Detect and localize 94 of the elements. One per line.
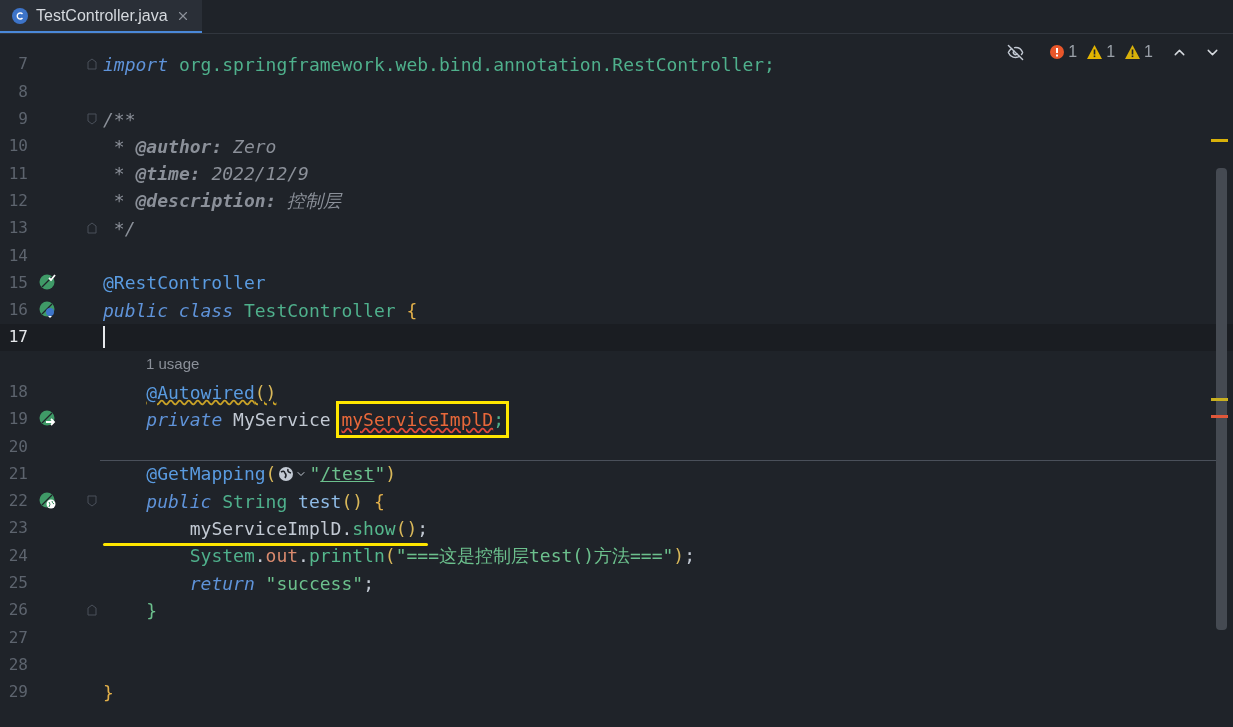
code-token: () <box>341 489 364 514</box>
code-token: ) <box>385 462 397 487</box>
warning-icon[interactable] <box>1125 45 1141 59</box>
line-number: 8 <box>17 80 28 103</box>
usage-hint[interactable]: 1 usage <box>146 353 200 376</box>
scrollbar[interactable] <box>1216 168 1227 630</box>
code-token: @Autowired <box>146 380 255 405</box>
code-token: return <box>189 571 255 596</box>
code-token: TestController <box>243 298 396 323</box>
line-number: 25 <box>7 572 28 595</box>
warning-marker[interactable] <box>1211 398 1228 401</box>
line-number: 18 <box>7 381 28 403</box>
code-token: { <box>406 298 418 323</box>
code-token: ; <box>417 518 429 539</box>
weak-warning-count: 1 <box>1144 42 1153 62</box>
code-token: . <box>254 544 266 569</box>
code-token: { <box>374 489 385 514</box>
class-icon <box>12 7 28 24</box>
code-token: 2022/12/9 <box>211 162 309 187</box>
bean-icon[interactable] <box>39 273 57 292</box>
code-token: "success" <box>265 571 364 596</box>
code-token: out <box>265 544 299 569</box>
code-token: /test <box>320 462 375 487</box>
code-token: String <box>222 489 288 514</box>
warning-count: 1 <box>1106 42 1116 62</box>
code-token: } <box>146 598 158 623</box>
line-number: 15 <box>7 271 28 294</box>
code-token: myServiceImplD. <box>189 518 353 539</box>
code-token: @GetMapping <box>146 462 266 487</box>
code-token: @description: <box>135 189 277 214</box>
line-number: 29 <box>7 681 28 704</box>
line-number: 27 <box>7 626 28 649</box>
code-token: " <box>374 462 386 487</box>
code-token: MyService <box>233 407 332 432</box>
line-number: 22 <box>7 490 28 513</box>
code-token: myServiceImplD <box>341 408 494 430</box>
line-number: 13 <box>7 217 28 240</box>
code-token: () <box>395 518 418 539</box>
code-token: private <box>146 407 223 432</box>
code-token: ( <box>265 462 277 487</box>
line-number: 14 <box>7 244 28 267</box>
code-token: @time: <box>135 162 201 187</box>
line-number: 7 <box>17 53 28 76</box>
error-count: 1 <box>1068 42 1078 62</box>
code-token: @RestController <box>103 271 266 296</box>
warning-icon[interactable] <box>1087 45 1103 59</box>
code-token: "===这是控制层test()方法===" <box>395 544 674 569</box>
code-token: @author: <box>135 134 223 159</box>
code-token: . <box>298 544 309 569</box>
line-number: 19 <box>7 408 28 431</box>
line-number: 23 <box>7 517 28 540</box>
code-token: * <box>113 189 125 214</box>
line-number: 17 <box>7 326 28 349</box>
code-token: show <box>352 518 396 539</box>
code-token: test <box>298 489 342 514</box>
code-token: 控制层 <box>287 189 342 214</box>
globe-icon <box>278 465 308 482</box>
code-token: import <box>103 52 169 77</box>
code-token: println <box>308 544 385 569</box>
error-icon[interactable] <box>1050 45 1065 59</box>
code-token: ) <box>673 544 685 569</box>
tab-title: TestController.java <box>36 5 168 26</box>
line-number: 11 <box>7 162 28 185</box>
file-tab[interactable]: TestController.java <box>0 0 202 33</box>
code-token: ( <box>384 544 396 569</box>
code-token: ; <box>363 571 374 596</box>
line-number: 9 <box>17 108 28 131</box>
code-token: Zero <box>233 134 277 159</box>
line-number: 16 <box>7 299 28 322</box>
text-caret <box>103 326 105 349</box>
line-number: 20 <box>7 435 28 458</box>
code-token: ; <box>493 408 504 430</box>
line-number: 24 <box>7 544 28 567</box>
code-token: public class <box>103 298 234 323</box>
code-token: ; <box>684 544 696 569</box>
line-number: 21 <box>7 462 28 485</box>
code-token: /** <box>103 107 136 132</box>
code-token: public <box>146 489 212 514</box>
code-token: * <box>113 134 125 159</box>
line-number: 12 <box>7 189 28 212</box>
warning-marker[interactable] <box>1211 139 1228 142</box>
code-token: System <box>189 544 255 569</box>
code-token: () <box>254 380 277 405</box>
code-token: * <box>113 162 125 187</box>
code-token: " <box>309 462 321 487</box>
bean-icon[interactable] <box>39 492 57 511</box>
line-number: 10 <box>7 135 28 158</box>
error-marker[interactable] <box>1211 415 1228 418</box>
line-number: 26 <box>7 599 28 622</box>
reader-mode-icon[interactable] <box>1007 43 1025 61</box>
line-number: 28 <box>7 653 28 676</box>
code-token: */ <box>113 216 136 241</box>
code-token: } <box>103 680 114 705</box>
code-token: org.springframework.web.bind.annotation.RestController; <box>178 52 775 77</box>
